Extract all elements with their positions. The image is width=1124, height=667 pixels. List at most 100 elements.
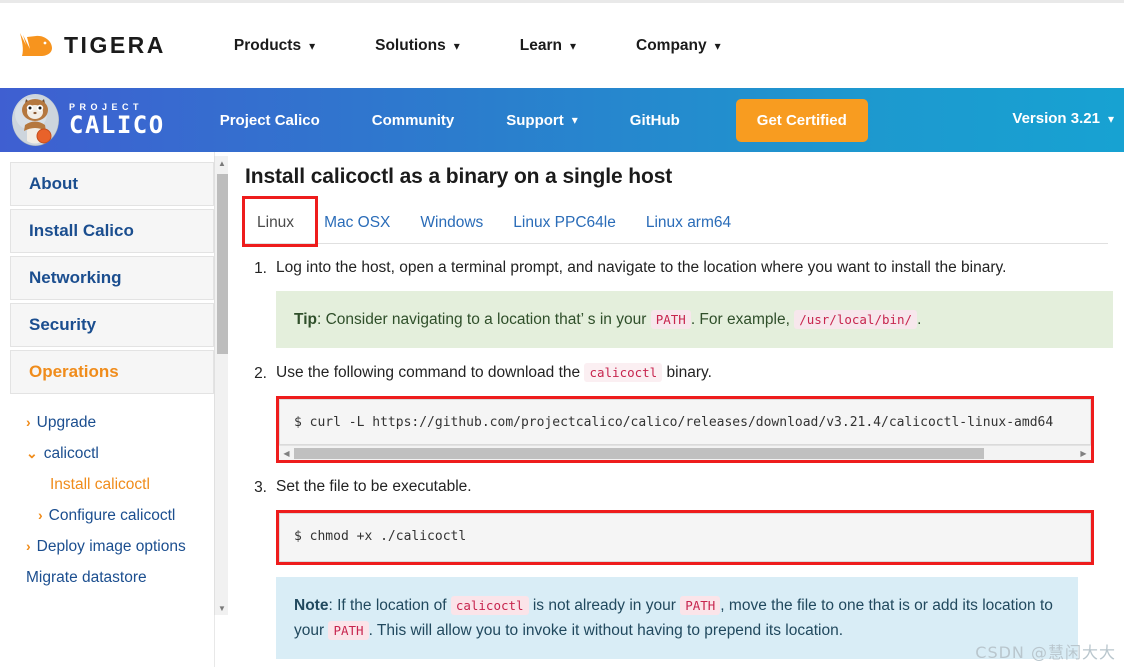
tigera-header: TIGERA Products ▾ Solutions ▾ Learn ▾ Co…: [0, 0, 1124, 88]
nav-label: Products: [234, 37, 301, 55]
install-steps: 1. Log into the host, open a terminal pr…: [245, 256, 1113, 659]
step-text: Use the following command to download th…: [276, 361, 1113, 384]
sidebar-subitem-label: Upgrade: [37, 412, 96, 433]
step-text: Log into the host, open a terminal promp…: [276, 256, 1113, 279]
note-part4: . This will allow you to invoke it witho…: [369, 622, 843, 639]
sidebar-section-label: Security: [29, 315, 96, 335]
sidebar-subitem-label: Migrate datastore: [26, 567, 147, 588]
tip-part3: .: [917, 311, 921, 328]
tigera-wordmark: TIGERA: [64, 32, 166, 59]
calico-nav-support[interactable]: Support ▾: [506, 112, 578, 129]
nav-label: GitHub: [630, 112, 680, 129]
nav-item-company[interactable]: Company ▾: [636, 37, 721, 55]
sidebar-item-install-calico[interactable]: Install Calico: [10, 209, 214, 253]
code-chmod-text: $ chmod +x ./calicoctl: [294, 528, 1076, 545]
sidebar-item-about[interactable]: About: [10, 162, 214, 206]
step-3: 3. Set the file to be executable. $ chmo…: [245, 475, 1113, 659]
sidebar-subitem-label: Configure calicoctl: [49, 505, 176, 526]
step2-text-after: binary.: [662, 364, 712, 381]
step-number: 3.: [245, 475, 267, 659]
sidebar-operations-submenu: › Upgrade ⌄ calicoctl Install calicoctl …: [10, 397, 214, 597]
version-label: Version 3.21: [1012, 110, 1100, 127]
calico-nav-project-calico[interactable]: Project Calico: [220, 112, 320, 129]
calico-wordmark: PROJECT CALICO: [69, 102, 165, 138]
sidebar-section-label: Operations: [29, 362, 119, 382]
calico-navbar: PROJECT CALICO Project Calico Community …: [0, 88, 1124, 152]
calico-nav-community[interactable]: Community: [372, 112, 455, 129]
note-code-calicoctl: calicoctl: [451, 596, 529, 615]
sidebar-subitem-calicoctl[interactable]: ⌄ calicoctl: [10, 438, 214, 469]
note-callout: Note: If the location of calicoctl is no…: [276, 577, 1078, 659]
tigera-logo[interactable]: TIGERA: [16, 29, 166, 63]
note-code-path-2: PATH: [328, 621, 368, 640]
sidebar-section-label: About: [29, 174, 78, 194]
tab-linux-ppc64le[interactable]: Linux PPC64le: [498, 214, 631, 243]
note-code-path-1: PATH: [680, 596, 720, 615]
sidebar-subitem-label: calicoctl: [44, 443, 99, 464]
tip-keyword: Tip: [294, 311, 317, 328]
chevron-right-icon: ›: [26, 412, 31, 433]
sidebar-subitem-install-calicoctl[interactable]: Install calicoctl: [10, 469, 214, 500]
step-body: Use the following command to download th…: [276, 361, 1113, 463]
scroll-left-icon[interactable]: ◀: [280, 446, 293, 461]
nav-label: Learn: [520, 37, 562, 55]
main-content: Install calicoctl as a binary on a singl…: [226, 152, 1124, 667]
step-1: 1. Log into the host, open a terminal pr…: [245, 256, 1113, 348]
step-number: 2.: [245, 361, 267, 463]
sidebar-subitem-configure-calicoctl[interactable]: › Configure calicoctl: [10, 500, 214, 531]
tab-linux-arm64[interactable]: Linux arm64: [631, 214, 746, 243]
chevron-down-icon: ▾: [454, 39, 460, 53]
nav-item-solutions[interactable]: Solutions ▾: [375, 37, 460, 55]
tab-linux[interactable]: Linux: [242, 214, 309, 243]
tip-code-usr-local-bin: /usr/local/bin/: [794, 310, 917, 329]
chevron-down-icon: ▾: [309, 39, 315, 53]
nav-item-products[interactable]: Products ▾: [234, 37, 315, 55]
code-block-chmod-inner: $ chmod +x ./calicoctl: [279, 513, 1091, 562]
sidebar-section-label: Networking: [29, 268, 122, 288]
code-block-chmod[interactable]: $ chmod +x ./calicoctl: [276, 510, 1094, 565]
scroll-right-icon[interactable]: ▶: [1077, 446, 1090, 461]
nav-label: Community: [372, 112, 455, 129]
chevron-down-icon: ⌄: [26, 443, 38, 464]
version-selector[interactable]: Version 3.21 ▾: [1012, 110, 1114, 127]
code-curl-text: $ curl -L https://github.com/projectcali…: [294, 414, 1076, 431]
code-curl-hscrollbar[interactable]: ◀ ▶: [279, 445, 1091, 460]
get-certified-button[interactable]: Get Certified: [736, 99, 868, 142]
step2-code-calicoctl: calicoctl: [584, 363, 662, 382]
nav-item-learn[interactable]: Learn ▾: [520, 37, 576, 55]
page-title: Install calicoctl as a binary on a singl…: [245, 165, 1124, 189]
tip-code-path: PATH: [651, 310, 691, 329]
nav-label: Company: [636, 37, 707, 55]
calico-cat-icon: [12, 94, 59, 146]
sidebar-item-security[interactable]: Security: [10, 303, 214, 347]
tip-part1: : Consider navigating to a location that…: [317, 311, 651, 328]
code-curl-hscrollbar-thumb[interactable]: [294, 448, 984, 459]
sidebar-item-operations[interactable]: Operations: [10, 350, 214, 394]
code-block-curl[interactable]: $ curl -L https://github.com/projectcali…: [276, 396, 1094, 463]
project-calico-logo[interactable]: PROJECT CALICO: [12, 94, 165, 146]
step-body: Set the file to be executable. $ chmod +…: [276, 475, 1113, 659]
chevron-down-icon: ▾: [572, 113, 578, 127]
note-part1: : If the location of: [328, 597, 450, 614]
platform-tabs: Linux Mac OSX Windows Linux PPC64le Linu…: [242, 200, 1108, 244]
nav-label: Project Calico: [220, 112, 320, 129]
tab-mac-osx[interactable]: Mac OSX: [309, 214, 405, 243]
note-part2: is not already in your: [529, 597, 681, 614]
sidebar-subitem-upgrade[interactable]: › Upgrade: [10, 407, 214, 438]
chevron-right-icon: ›: [38, 505, 43, 526]
sidebar-subitem-deploy-image-options[interactable]: › Deploy image options: [10, 531, 214, 562]
sidebar-subitem-migrate-datastore[interactable]: Migrate datastore: [10, 562, 214, 593]
tab-windows[interactable]: Windows: [405, 214, 498, 243]
chevron-down-icon: ▾: [570, 39, 576, 53]
code-block-curl-inner: $ curl -L https://github.com/projectcali…: [279, 399, 1091, 445]
sidebar-subitem-label: Deploy image options: [37, 536, 186, 557]
docs-sidebar: About Install Calico Networking Security…: [0, 152, 226, 667]
calico-nav-github[interactable]: GitHub: [630, 112, 680, 129]
tigera-tiger-icon: [16, 29, 56, 63]
note-keyword: Note: [294, 597, 328, 614]
nav-label: Solutions: [375, 37, 446, 55]
sidebar-sections: About Install Calico Networking Security…: [10, 162, 214, 597]
step-number: 1.: [245, 256, 267, 348]
step-text: Set the file to be executable.: [276, 475, 1113, 498]
sidebar-item-networking[interactable]: Networking: [10, 256, 214, 300]
